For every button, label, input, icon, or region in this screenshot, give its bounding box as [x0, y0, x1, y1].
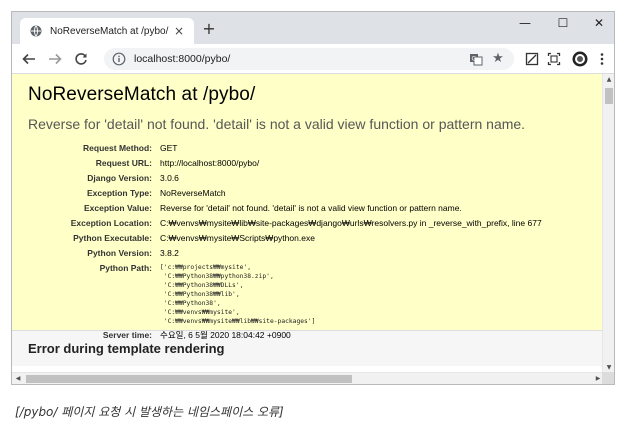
meta-row: Request Method: GET	[28, 141, 545, 156]
meta-row: Exception Type: NoReverseMatch	[28, 186, 545, 201]
vertical-scrollbar[interactable]: ▲ ▼	[602, 74, 614, 374]
meta-key: Python Executable:	[73, 233, 152, 243]
extension-icon[interactable]	[524, 51, 540, 67]
meta-value: GET	[160, 143, 178, 153]
python-path-list: ['c:₩₩projects₩₩mysite', 'C:₩₩Python38₩₩…	[157, 261, 545, 328]
meta-key: Request URL:	[95, 158, 152, 168]
error-summary: NoReverseMatch at /pybo/ Reverse for 'de…	[12, 74, 604, 340]
scrollbar-corner	[602, 372, 614, 384]
meta-key: Request Method:	[83, 143, 152, 153]
meta-key: Exception Location:	[70, 218, 152, 228]
svg-text:G: G	[472, 56, 477, 63]
meta-key: Python Version:	[87, 248, 152, 258]
meta-value: http://localhost:8000/pybo/	[160, 158, 260, 168]
tab-strip: NoReverseMatch at /pybo/ × + — ☐ ✕	[12, 12, 614, 44]
meta-row: Django Version: 3.0.6	[28, 171, 545, 186]
page-content: NoReverseMatch at /pybo/ Reverse for 'de…	[12, 74, 604, 374]
template-error-section: Error during template rendering	[12, 331, 604, 366]
cast-icon[interactable]	[546, 51, 562, 67]
error-message: Reverse for 'detail' not found. 'detail'…	[28, 116, 526, 132]
menu-icon[interactable]	[594, 51, 610, 67]
python-path-entry: 'C:₩₩Python38₩₩python38.zip',	[160, 273, 274, 280]
meta-value: Reverse for 'detail' not found. 'detail'…	[160, 203, 462, 213]
meta-row: Request URL: http://localhost:8000/pybo/	[28, 156, 545, 171]
scroll-up-arrow-icon[interactable]: ▲	[603, 74, 614, 86]
info-icon[interactable]	[112, 52, 126, 66]
meta-value: C:₩venvs₩mysite₩Scripts₩python.exe	[160, 233, 315, 243]
tab-active[interactable]: NoReverseMatch at /pybo/ ×	[20, 18, 194, 44]
page-title: NoReverseMatch at /pybo/	[28, 84, 256, 105]
vertical-scroll-thumb[interactable]	[605, 88, 613, 104]
meta-row: Python Version: 3.8.2	[28, 246, 545, 261]
minimize-button[interactable]: —	[508, 12, 542, 36]
meta-key: Exception Value:	[83, 203, 152, 213]
meta-key: Exception Type:	[86, 188, 152, 198]
close-window-button[interactable]: ✕	[582, 12, 614, 36]
maximize-button[interactable]: ☐	[546, 12, 580, 36]
tab-title: NoReverseMatch at /pybo/	[50, 25, 169, 37]
meta-row: Exception Location: C:₩venvs₩mysite₩lib₩s…	[28, 216, 545, 231]
back-arrow-icon[interactable]	[20, 50, 38, 68]
meta-key: Django Version:	[87, 173, 152, 183]
address-bar[interactable]: localhost:8000/pybo/ G ★	[104, 48, 514, 70]
forward-arrow-icon[interactable]	[46, 50, 64, 68]
python-path-entry: 'C:₩₩Python38₩₩DLLs',	[160, 282, 244, 289]
figure-caption: [/pybo/ 페이지 요청 시 발생하는 네임스페이스 오류]	[15, 405, 284, 419]
request-meta-table: Request Method: GET Request URL: http://lo…	[28, 141, 545, 343]
reload-icon[interactable]	[72, 50, 90, 68]
meta-value: C:₩venvs₩mysite₩lib₩site-packages₩django…	[160, 218, 542, 228]
browser-toolbar: localhost:8000/pybo/ G ★	[12, 44, 614, 74]
python-path-entry: ['c:₩₩projects₩₩mysite',	[160, 264, 251, 271]
meta-key: Python Path:	[99, 263, 152, 273]
template-error-heading: Error during template rendering	[28, 341, 225, 356]
python-path-entry: 'C:₩₩venvs₩₩mysite',	[160, 309, 240, 316]
new-tab-button[interactable]: +	[200, 20, 218, 38]
translate-icon[interactable]: G	[468, 51, 484, 67]
python-path-entry: 'C:₩₩Python38₩₩lib',	[160, 291, 240, 298]
globe-icon	[30, 25, 42, 37]
profile-icon[interactable]	[572, 51, 588, 67]
meta-row: Exception Value: Reverse for 'detail' not…	[28, 201, 545, 216]
meta-value: NoReverseMatch	[160, 188, 226, 198]
meta-value: 3.8.2	[160, 248, 179, 258]
star-icon[interactable]: ★	[490, 51, 506, 67]
meta-value: 3.0.6	[160, 173, 179, 183]
meta-row: Python Executable: C:₩venvs₩mysite₩Script…	[28, 231, 545, 246]
url-text[interactable]: localhost:8000/pybo/	[134, 53, 230, 65]
tab-close-icon[interactable]: ×	[172, 24, 186, 38]
horizontal-scroll-thumb[interactable]	[26, 375, 352, 383]
scroll-left-arrow-icon[interactable]: ◀	[12, 373, 24, 384]
meta-row: Python Path: ['c:₩₩projects₩₩mysite', 'C…	[28, 261, 545, 328]
python-path-entry: 'C:₩₩venvs₩₩mysite₩₩lib₩₩site-packages']	[160, 318, 316, 325]
horizontal-scrollbar[interactable]: ◀ ▶	[12, 372, 604, 384]
browser-window: NoReverseMatch at /pybo/ × + — ☐ ✕ local…	[11, 11, 615, 385]
python-path-entry: 'C:₩₩Python38',	[160, 300, 221, 307]
